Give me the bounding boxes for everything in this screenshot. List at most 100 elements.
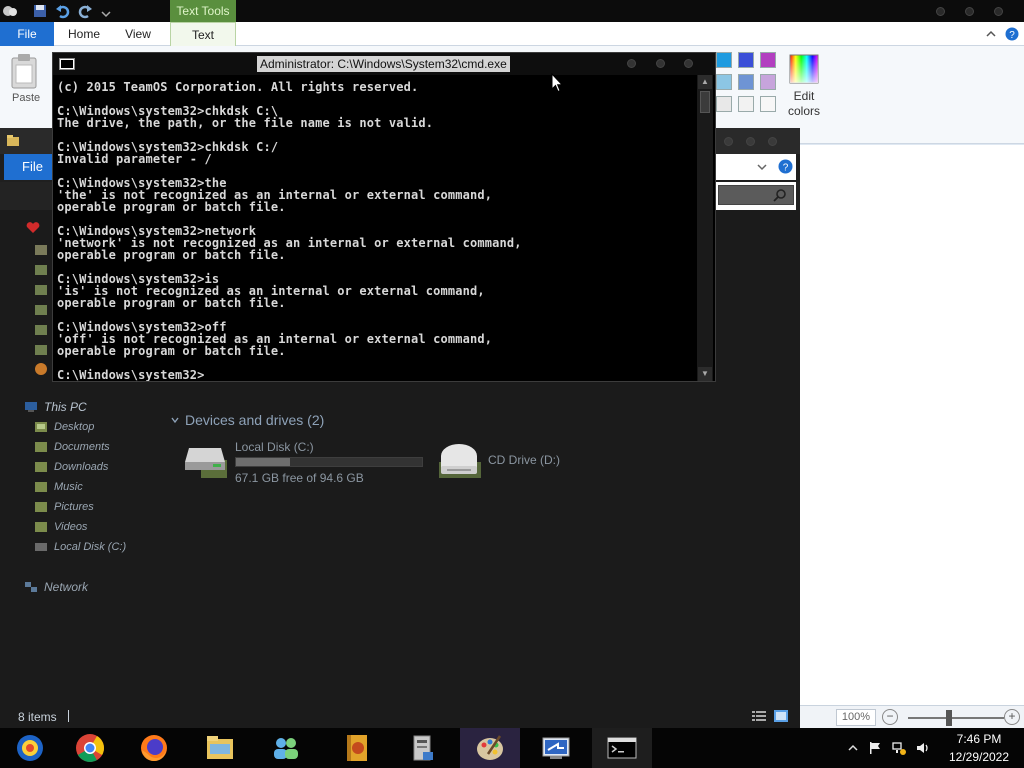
item-count: 8 items bbox=[18, 710, 57, 724]
edit-colors-button[interactable]: Edit colors bbox=[784, 54, 824, 119]
color-swatch[interactable] bbox=[738, 96, 754, 112]
console-line: operable program or batch file. bbox=[57, 344, 286, 358]
sidebar-item-network[interactable]: Network bbox=[24, 578, 88, 596]
save-icon[interactable] bbox=[32, 3, 48, 19]
taskbar-app-internet-explorer[interactable] bbox=[0, 728, 60, 768]
folder-icon bbox=[35, 285, 47, 295]
color-swatch[interactable] bbox=[716, 74, 732, 90]
taskbar-app-people[interactable] bbox=[256, 728, 316, 768]
taskbar-app-command-prompt[interactable] bbox=[592, 728, 652, 768]
color-swatch[interactable] bbox=[760, 52, 776, 68]
explorer-minimize-button[interactable] bbox=[724, 137, 733, 146]
clock-date[interactable]: 12/29/2022 bbox=[944, 750, 1014, 764]
explorer-app-icon bbox=[7, 135, 19, 146]
sidebar-item-this-pc[interactable]: This PC bbox=[24, 398, 87, 416]
scroll-thumb[interactable] bbox=[700, 91, 710, 113]
paint-close-button[interactable] bbox=[994, 7, 1003, 16]
tab-view[interactable]: View bbox=[114, 22, 162, 46]
taskbar-app-firefox[interactable] bbox=[124, 728, 184, 768]
paint-maximize-button[interactable] bbox=[965, 7, 974, 16]
taskbar-app-paint[interactable] bbox=[460, 728, 520, 768]
tab-text[interactable]: Text bbox=[170, 22, 236, 46]
color-swatch[interactable] bbox=[716, 96, 732, 112]
paste-button[interactable] bbox=[8, 52, 48, 95]
color-swatch[interactable] bbox=[716, 52, 732, 68]
installer-icon bbox=[413, 735, 433, 761]
downloads-folder-icon bbox=[35, 265, 47, 275]
search-input[interactable] bbox=[718, 185, 794, 205]
collapse-chevron-icon[interactable] bbox=[171, 416, 179, 424]
explorer-tab-file[interactable]: File bbox=[4, 154, 52, 180]
tab-home[interactable]: Home bbox=[58, 22, 110, 46]
tab-file[interactable]: File bbox=[0, 22, 54, 46]
cmd-vertical-scrollbar[interactable]: ▲ ▼ bbox=[697, 75, 713, 381]
taskbar-app-remote-desktop[interactable] bbox=[526, 728, 586, 768]
devices-and-drives-header[interactable]: Devices and drives (2) bbox=[185, 412, 324, 428]
color-swatch[interactable] bbox=[738, 74, 754, 90]
network-status-icon[interactable] bbox=[892, 741, 906, 755]
sidebar-item-pictures[interactable]: Pictures bbox=[34, 498, 94, 516]
scroll-down-arrow-icon[interactable]: ▼ bbox=[698, 367, 712, 381]
drive-name: CD Drive (D:) bbox=[488, 453, 560, 467]
taskbar-app-chrome[interactable] bbox=[60, 728, 120, 768]
sidebar-item-documents[interactable]: Documents bbox=[34, 438, 110, 456]
volume-icon[interactable] bbox=[916, 741, 930, 755]
book-icon bbox=[347, 735, 367, 761]
cmd-app-icon[interactable] bbox=[59, 58, 75, 70]
large-icons-view-icon[interactable] bbox=[774, 710, 788, 722]
drive-item-local-disk[interactable]: Local Disk (C:) 67.1 GB free of 94.6 GB bbox=[183, 440, 423, 485]
help-icon[interactable]: ? bbox=[1005, 27, 1019, 41]
action-center-flag-icon[interactable] bbox=[868, 741, 882, 755]
sidebar-item-music[interactable]: Music bbox=[34, 478, 83, 496]
cmd-console-output[interactable]: (c) 2015 TeamOS Corporation. All rights … bbox=[53, 75, 697, 381]
cmd-titlebar[interactable]: Administrator: C:\Windows\System32\cmd.e… bbox=[53, 53, 715, 75]
scroll-up-arrow-icon[interactable]: ▲ bbox=[698, 75, 712, 89]
desktop-folder-icon bbox=[35, 422, 47, 432]
hard-drive-icon bbox=[35, 543, 47, 551]
documents-folder-icon bbox=[35, 442, 47, 452]
zoom-in-button[interactable]: + bbox=[1004, 709, 1020, 725]
explorer-maximize-button[interactable] bbox=[746, 137, 755, 146]
undo-icon[interactable] bbox=[55, 3, 71, 19]
details-view-icon[interactable] bbox=[752, 710, 766, 722]
sidebar-item-downloads[interactable]: Downloads bbox=[34, 458, 108, 476]
search-icon bbox=[773, 189, 786, 202]
cmd-maximize-button[interactable] bbox=[656, 59, 665, 68]
explorer-help-icon[interactable]: ? bbox=[778, 159, 793, 174]
redo-icon[interactable] bbox=[77, 3, 93, 19]
zoom-slider[interactable] bbox=[908, 717, 1004, 719]
zoom-out-button[interactable]: − bbox=[882, 709, 898, 725]
taskbar-app-book[interactable] bbox=[326, 728, 386, 768]
sidebar-item-local-disk[interactable]: Local Disk (C:) bbox=[34, 538, 126, 556]
color-swatch[interactable] bbox=[760, 96, 776, 112]
clock-time[interactable]: 7:46 PM bbox=[944, 732, 1014, 746]
sidebar-item-desktop[interactable]: Desktop bbox=[34, 418, 94, 436]
cmd-close-button[interactable] bbox=[684, 59, 693, 68]
color-swatch[interactable] bbox=[738, 52, 754, 68]
internet-explorer-icon bbox=[17, 735, 43, 761]
paint-canvas[interactable] bbox=[800, 145, 1024, 705]
show-hidden-icons-icon[interactable] bbox=[846, 741, 860, 755]
cmd-icon bbox=[607, 737, 637, 759]
color-swatch[interactable] bbox=[760, 74, 776, 90]
drive-usage-fill bbox=[236, 458, 290, 466]
paint-app-icon[interactable] bbox=[2, 3, 18, 19]
sidebar-item-videos[interactable]: Videos bbox=[34, 518, 87, 536]
explorer-close-button[interactable] bbox=[768, 137, 777, 146]
zoom-slider-thumb[interactable] bbox=[946, 710, 952, 726]
paste-label: Paste bbox=[12, 92, 41, 104]
expand-ribbon-icon[interactable] bbox=[756, 161, 768, 173]
folder-icon bbox=[35, 345, 47, 355]
videos-folder-icon bbox=[35, 522, 47, 532]
paint-minimize-button[interactable] bbox=[936, 7, 945, 16]
hard-drive-icon bbox=[185, 448, 225, 470]
paint-quick-access-toolbar: Text Tools bbox=[0, 0, 1024, 22]
drive-item-cd-drive[interactable]: CD Drive (D:) bbox=[437, 442, 587, 482]
taskbar-app-file-explorer[interactable] bbox=[190, 728, 250, 768]
edit-colors-label-line1: Edit bbox=[793, 89, 815, 103]
taskbar-app-installer[interactable] bbox=[392, 728, 452, 768]
cmd-minimize-button[interactable] bbox=[627, 59, 636, 68]
minimize-ribbon-icon[interactable] bbox=[985, 28, 997, 40]
customize-qat-icon[interactable] bbox=[98, 3, 114, 19]
sidebar-item-label: Downloads bbox=[54, 461, 109, 473]
